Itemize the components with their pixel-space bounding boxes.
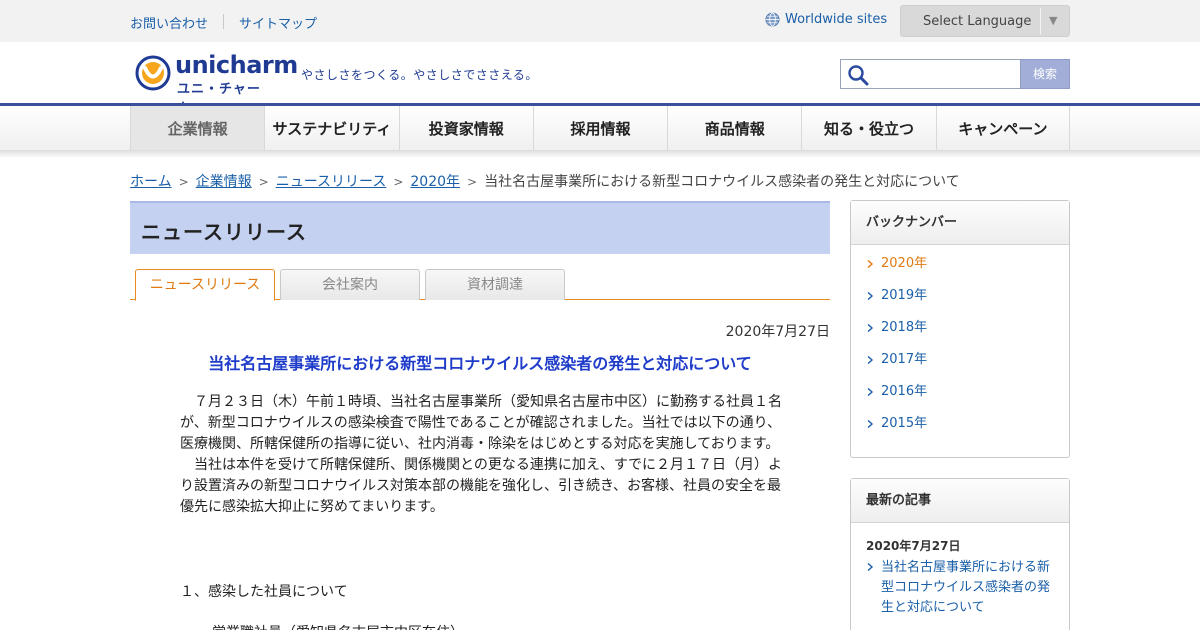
year-label: 2015年 (881, 416, 928, 431)
breadcrumb-current: 当社名古屋事業所における新型コロナウイルス感染者の発生と対応について (484, 174, 960, 190)
back-number-title: バックナンバー (851, 201, 1069, 245)
language-label: Select Language (923, 14, 1032, 29)
year-link[interactable]: 2015年 (851, 413, 1069, 445)
tab-news-release[interactable]: ニュースリリース (135, 269, 275, 301)
breadcrumb-separator: > (178, 175, 189, 189)
year-label: 2017年 (881, 352, 928, 367)
chevron-right-icon (867, 563, 874, 571)
chevron-right-icon (867, 324, 874, 332)
year-link[interactable]: 2019年 (851, 285, 1069, 317)
latest-article-title: 当社名古屋事業所における新型コロナウイルス感染者の発生と対応について (881, 560, 1051, 615)
year-list: 2020年 2019年 2018年 2017年 2016年 2015年 (851, 245, 1069, 445)
site-header: unicharm ユニ・チャーム やさしさをつくる。やさしさでささえる。 検索 (0, 42, 1200, 116)
logo-mark-icon (135, 55, 171, 91)
search-input[interactable] (871, 63, 1016, 85)
utility-divider (223, 14, 224, 29)
year-link[interactable]: 2020年 (851, 253, 1069, 285)
section-heading: １、感染した社員について (180, 584, 348, 600)
nav-item[interactable]: 投資家情報 (398, 106, 533, 152)
search-button[interactable]: 検索 (1020, 59, 1070, 89)
unicharm-logo[interactable]: unicharm ユニ・チャーム (135, 51, 298, 116)
year-label: 2016年 (881, 384, 928, 399)
breadcrumb-separator: > (258, 175, 269, 189)
chevron-right-icon (867, 388, 874, 396)
breadcrumb-separator: > (467, 175, 478, 189)
worldwide-label: Worldwide sites (785, 12, 888, 27)
global-nav: 企業情報 サステナビリティ 投資家情報 採用情報 商品情報 知る・役立つ キャンペーン (0, 106, 1200, 156)
breadcrumb-home[interactable]: ホーム (130, 174, 172, 190)
latest-article-link[interactable]: 当社名古屋事業所における新型コロナウイルス感染者の発生と対応について (851, 554, 1069, 618)
breadcrumb: ホーム > 企業情報 > ニュースリリース >2020年 > 当社名古屋事業所における新型コロ… (130, 171, 960, 191)
caret-down-icon: ▼ (1049, 14, 1058, 27)
section-text: 営業職社員（愛知県名古屋市中区在住） (212, 622, 464, 630)
nav-item[interactable]: 知る・役立つ (801, 106, 935, 152)
chevron-right-icon (867, 292, 874, 300)
tab-procurement[interactable]: 資材調達 (425, 269, 565, 300)
article-date: 2020年7月27日 (725, 324, 830, 340)
search-box (840, 59, 1021, 89)
back-number-box: バックナンバー 2020年 2019年 2018年 2017年 2016年 2015年 (850, 200, 1070, 458)
latest-articles-title: 最新の記事 (851, 479, 1069, 523)
contact-link[interactable]: お問い合わせ (130, 13, 208, 32)
latest-article-date: 2020年7月27日 (866, 539, 961, 553)
nav-item[interactable]: 企業情報 (130, 106, 265, 152)
globe-icon (765, 12, 780, 27)
nav-item[interactable]: 採用情報 (532, 106, 667, 152)
nav-shadow (0, 150, 1200, 158)
tagline: やさしさをつくる。やさしさでささえる。 (301, 68, 538, 82)
year-link[interactable]: 2018年 (851, 317, 1069, 349)
nav-item[interactable]: 商品情報 (667, 106, 801, 152)
breadcrumb-separator: > (393, 175, 404, 189)
chevron-right-icon (867, 260, 874, 268)
year-label: 2020年 (881, 256, 928, 271)
logo-wordmark: unicharm (175, 51, 298, 79)
article-title: 当社名古屋事業所における新型コロナウイルス感染者の発生と対応について (208, 354, 752, 373)
breadcrumb-news[interactable]: ニュースリリース (276, 174, 387, 190)
chevron-right-icon (867, 420, 874, 428)
language-divider (1040, 8, 1041, 34)
year-link[interactable]: 2017年 (851, 349, 1069, 381)
section-tabs: ニュースリリース 会社案内 資材調達 (130, 268, 830, 301)
latest-articles-box: 最新の記事 2020年7月27日 当社名古屋事業所における新型コロナウイルス感染… (850, 478, 1070, 630)
tab-company-profile[interactable]: 会社案内 (280, 269, 420, 300)
article-paragraph: 当社は本件を受けて所轄保健所、関係機関との更なる連携に加え、すでに２月１７日（月… (180, 457, 782, 515)
page-heading: ニュースリリース (130, 201, 830, 254)
article-paragraph: ７月２３日（木）午前１時頃、当社名古屋事業所（愛知県名古屋市中区）に勤務する社員… (180, 394, 782, 452)
nav-item[interactable]: サステナビリティ (264, 106, 398, 152)
sitemap-link[interactable]: サイトマップ (239, 13, 317, 32)
breadcrumb-year[interactable]: 2020年 (410, 174, 460, 190)
article-body: ７月２３日（木）午前１時頃、当社名古屋事業所（愛知県名古屋市中区）に勤務する社員… (180, 392, 785, 518)
worldwide-sites-link[interactable]: Worldwide sites (765, 12, 887, 27)
year-label: 2018年 (881, 320, 928, 335)
page-title: ニュースリリース (141, 220, 307, 244)
search-icon (848, 65, 869, 86)
year-link[interactable]: 2016年 (851, 381, 1069, 413)
utility-bar: お問い合わせ サイトマップ Worldwide sites Select Lan… (0, 0, 1200, 42)
year-label: 2019年 (881, 288, 928, 303)
language-select[interactable]: Select Language ▼ (900, 5, 1070, 37)
chevron-right-icon (867, 356, 874, 364)
nav-item[interactable]: キャンペーン (935, 106, 1070, 152)
breadcrumb-corporate[interactable]: 企業情報 (196, 174, 252, 190)
